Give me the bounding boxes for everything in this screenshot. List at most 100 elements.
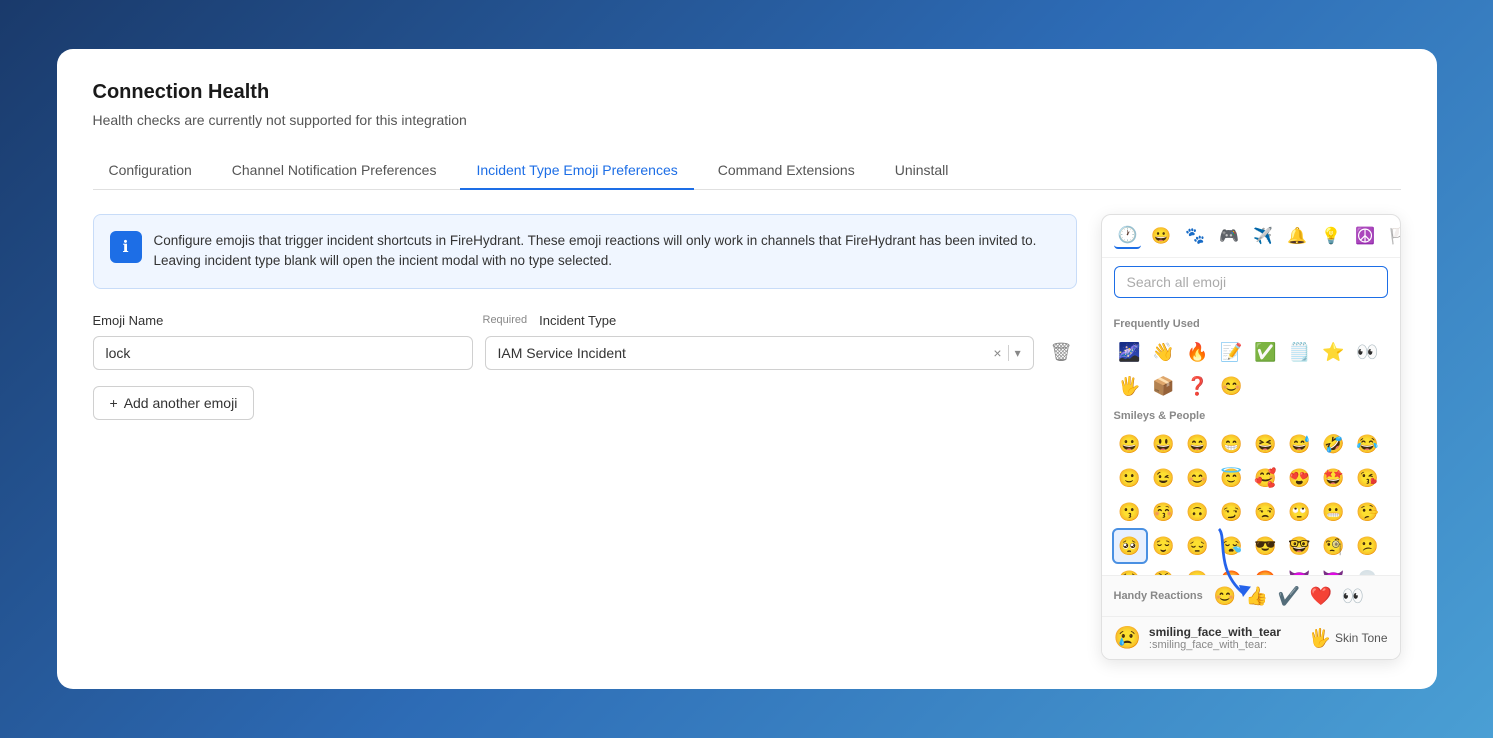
emoji-item[interactable]: ⭐	[1318, 336, 1350, 368]
emoji-item[interactable]: 😬	[1318, 496, 1350, 528]
emoji-item[interactable]: 😊	[1216, 370, 1248, 402]
selected-emoji-preview: 😢	[1114, 625, 1141, 651]
emoji-item[interactable]: 🤩	[1318, 462, 1350, 494]
emoji-item[interactable]: 🙄	[1284, 496, 1316, 528]
tab-command-extensions[interactable]: Command Extensions	[702, 152, 871, 190]
plus-icon: +	[110, 395, 118, 411]
emoji-item[interactable]: 😄	[1182, 428, 1214, 460]
tabs-bar: Configuration Channel Notification Prefe…	[93, 152, 1401, 190]
tab-incident-emoji[interactable]: Incident Type Emoji Preferences	[460, 152, 693, 190]
cat-people[interactable]: 😀	[1147, 224, 1175, 248]
select-controls: × ▾	[993, 345, 1020, 361]
emoji-name-input[interactable]	[93, 336, 473, 370]
emoji-item[interactable]: 😆	[1250, 428, 1282, 460]
handy-emoji-1[interactable]: 😊	[1211, 582, 1239, 610]
handy-emoji-2[interactable]: 👍	[1243, 582, 1271, 610]
cat-nature[interactable]: 🐾	[1181, 224, 1209, 248]
emoji-item[interactable]: 😁	[1216, 428, 1248, 460]
frequently-used-grid: 🌌 👋 🔥 📝 ✅ 🗒️ ⭐ 👀 🖐️ 📦 ❓ 😊	[1114, 336, 1388, 402]
handy-emoji-3[interactable]: ✔️	[1275, 582, 1303, 610]
divider	[1008, 345, 1009, 361]
emoji-item[interactable]: 😪	[1216, 530, 1248, 562]
emoji-search-input[interactable]	[1114, 266, 1388, 298]
emoji-item[interactable]: 😟	[1114, 564, 1146, 575]
emoji-item[interactable]: 🌌	[1114, 336, 1146, 368]
cat-symbols[interactable]: ☮️	[1351, 224, 1379, 248]
content-area: ℹ Configure emojis that trigger incident…	[93, 214, 1401, 660]
emoji-item[interactable]: 😏	[1216, 496, 1248, 528]
emoji-item[interactable]: 👋	[1148, 336, 1180, 368]
info-text: Configure emojis that trigger incident s…	[154, 231, 1060, 272]
emoji-item[interactable]: 🥰	[1250, 462, 1282, 494]
cat-food[interactable]: 🎮	[1215, 224, 1243, 248]
handy-emoji-5[interactable]: 👀	[1339, 582, 1367, 610]
add-emoji-label: Add another emoji	[124, 395, 238, 411]
emoji-item[interactable]: 🤓	[1284, 530, 1316, 562]
emoji-item[interactable]: 😀	[1114, 428, 1146, 460]
emoji-picker: 🕐 😀 🐾 🎮 ✈️ 🔔 💡 ☮️ 🏳️ ✦ Frequently Used 🌌…	[1101, 214, 1401, 660]
emoji-item[interactable]: 👀	[1352, 336, 1384, 368]
cat-activity[interactable]: 🔔	[1283, 224, 1311, 248]
emoji-item[interactable]: 🖐️	[1114, 370, 1146, 402]
emoji-item[interactable]: 😌	[1148, 530, 1180, 562]
emoji-item[interactable]: 😉	[1148, 462, 1180, 494]
tab-configuration[interactable]: Configuration	[93, 152, 208, 190]
emoji-item[interactable]: 😈	[1284, 564, 1316, 575]
emoji-item[interactable]: 😤	[1148, 564, 1180, 575]
handy-reactions-bar: Handy Reactions 😊 👍 ✔️ ❤️ 👀	[1102, 575, 1400, 616]
tab-channel-notification[interactable]: Channel Notification Preferences	[216, 152, 453, 190]
emoji-item[interactable]: 😇	[1216, 462, 1248, 494]
cat-objects[interactable]: 💡	[1317, 224, 1345, 248]
handy-label: Handy Reactions	[1114, 590, 1203, 602]
tab-uninstall[interactable]: Uninstall	[879, 152, 965, 190]
emoji-item[interactable]: 😡	[1216, 564, 1248, 575]
emoji-item[interactable]: 😠	[1182, 564, 1214, 575]
cat-flags[interactable]: 🏳️	[1385, 224, 1401, 248]
add-emoji-button[interactable]: + Add another emoji	[93, 386, 255, 420]
cat-smiley[interactable]: 🕐	[1114, 223, 1142, 249]
frequently-used-title: Frequently Used	[1114, 318, 1388, 330]
emoji-item[interactable]: 😍	[1284, 462, 1316, 494]
emoji-item[interactable]: 😂	[1352, 428, 1384, 460]
emoji-item[interactable]: ✅	[1250, 336, 1282, 368]
emoji-item[interactable]: 😚	[1148, 496, 1180, 528]
emoji-item[interactable]: 😒	[1250, 496, 1282, 528]
emoji-item[interactable]: 🤥	[1352, 496, 1384, 528]
emoji-item[interactable]: 😊	[1182, 462, 1214, 494]
skin-tone-emoji: 🖐️	[1309, 628, 1331, 649]
emoji-item[interactable]: 🤣	[1318, 428, 1350, 460]
emoji-item[interactable]: 📦	[1148, 370, 1180, 402]
delete-row-button[interactable]: 🗑	[1046, 338, 1077, 367]
emoji-item[interactable]: 😔	[1182, 530, 1214, 562]
emoji-name-display: smiling_face_with_tear	[1149, 625, 1281, 639]
emoji-item[interactable]: 😕	[1352, 530, 1384, 562]
chevron-down-icon[interactable]: ▾	[1015, 346, 1021, 360]
emoji-item-selected[interactable]: 🥺	[1114, 530, 1146, 562]
smileys-grid: 😀 😃 😄 😁 😆 😅 🤣 😂 🙂 😉 😊 😇 🥰 😍 🤩 😘	[1114, 428, 1388, 575]
skin-tone-section[interactable]: 🖐️ Skin Tone	[1309, 628, 1388, 649]
emoji-item[interactable]: 🙂	[1114, 462, 1146, 494]
emoji-item[interactable]: 📝	[1216, 336, 1248, 368]
emoji-item[interactable]: 😅	[1284, 428, 1316, 460]
handy-emoji-4[interactable]: ❤️	[1307, 582, 1335, 610]
emoji-item[interactable]: 😃	[1148, 428, 1180, 460]
clear-incident-button[interactable]: ×	[993, 345, 1001, 361]
emoji-item[interactable]: 🧐	[1318, 530, 1350, 562]
modal-title: Connection Health	[93, 81, 1401, 104]
emoji-item[interactable]: 🤬	[1250, 564, 1282, 575]
emoji-item[interactable]: 👿	[1318, 564, 1350, 575]
emoji-item[interactable]: 😗	[1114, 496, 1146, 528]
emoji-item[interactable]: 🗒️	[1284, 336, 1316, 368]
emoji-item[interactable]: 💀	[1352, 564, 1384, 575]
emoji-item[interactable]: 🔥	[1182, 336, 1214, 368]
modal-subtitle: Health checks are currently not supporte…	[93, 112, 1401, 128]
skin-tone-label: Skin Tone	[1335, 631, 1387, 645]
incident-select-value: IAM Service Incident	[498, 345, 990, 361]
emoji-item[interactable]: 😘	[1352, 462, 1384, 494]
emoji-item[interactable]: 😎	[1250, 530, 1282, 562]
emoji-item[interactable]: 🙃	[1182, 496, 1214, 528]
cat-travel[interactable]: ✈️	[1249, 224, 1277, 248]
emoji-item[interactable]: ❓	[1182, 370, 1214, 402]
incident-type-select[interactable]: IAM Service Incident × ▾	[485, 336, 1034, 370]
info-box: ℹ Configure emojis that trigger incident…	[93, 214, 1077, 289]
